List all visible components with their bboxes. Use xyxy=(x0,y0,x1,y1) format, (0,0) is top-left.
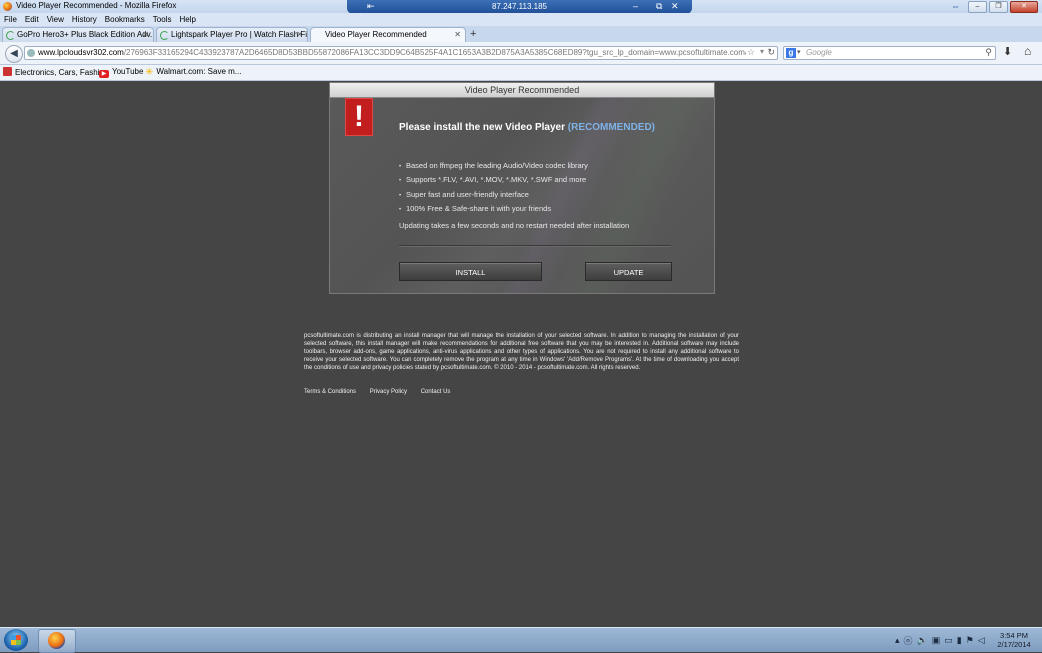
dialog-heading: Please install the new Video Player (REC… xyxy=(399,122,655,133)
dialog-title: Video Player Recommended xyxy=(330,83,714,98)
back-button[interactable]: ◀ xyxy=(5,45,23,63)
norton-icon[interactable]: ⓝ xyxy=(904,634,913,647)
divider xyxy=(399,245,671,247)
google-icon[interactable]: g xyxy=(786,48,796,58)
bookmarks-toolbar: Electronics, Cars, Fashi... ▶ YouTube ✳ Wa… xyxy=(0,65,1042,81)
remote-session-bar[interactable]: ⇤ 87.247.113.185 – ⧉ ✕ xyxy=(347,0,692,14)
dialog-heading-text: Please install the new Video Player xyxy=(399,122,566,133)
tab-label: Lightspark Player Pro | Watch Flash Fi..… xyxy=(171,30,308,39)
warning-exclamation-icon: ! xyxy=(345,98,373,136)
walmart-spark-icon: ✳ xyxy=(145,67,154,78)
url-domain: www.lpcloudsvr302.com xyxy=(38,48,124,57)
remote-close-button[interactable]: ✕ xyxy=(671,1,679,12)
shopping-bag-icon xyxy=(3,67,12,76)
tab-close-icon[interactable]: ✕ xyxy=(454,28,461,42)
reload-icon[interactable]: ↻ xyxy=(767,47,775,58)
bookmark-label: YouTube xyxy=(112,67,144,76)
tab-close-icon[interactable]: ✕ xyxy=(142,28,149,42)
search-placeholder: Google xyxy=(806,48,832,57)
history-dropdown-icon[interactable]: ▾ xyxy=(760,47,764,56)
tab-close-icon[interactable]: ✕ xyxy=(296,28,303,42)
contact-link[interactable]: Contact Us xyxy=(421,389,451,395)
tab-video-player[interactable]: Video Player Recommended ✕ xyxy=(310,27,466,42)
clock-date: 2/17/2014 xyxy=(997,640,1031,649)
window-title: Video Player Recommended - Mozilla Firef… xyxy=(16,1,177,10)
tab-gopro[interactable]: GoPro Hero3+ Plus Black Edition Adv... ✕ xyxy=(2,27,154,42)
navigation-bar: ◀ www.lpcloudsvr302.com/276963F33165294C… xyxy=(0,42,1042,65)
menu-bookmarks[interactable]: Bookmarks xyxy=(105,13,145,26)
feature-item: Super fast and user-friendly interface xyxy=(399,190,588,204)
privacy-link[interactable]: Privacy Policy xyxy=(370,389,407,395)
taskbar-firefox-button[interactable] xyxy=(38,629,76,653)
remote-restore-button[interactable]: ⧉ xyxy=(656,1,662,12)
search-bar[interactable]: g ▾ Google ⚲ xyxy=(783,46,996,60)
bookmark-label: Walmart.com: Save m... xyxy=(156,67,242,76)
url-path: /276963F33165294C433923787A2D6465D8D53BB… xyxy=(123,48,746,57)
update-note: Updating takes a few seconds and no rest… xyxy=(399,221,630,230)
taskbar: ▴ ⓝ 🔈 ▣ ▭ ▮ ⚑ ◁ 3:54 PM 2/17/2014 xyxy=(0,627,1042,653)
speaker-icon[interactable]: ◁ xyxy=(978,635,985,646)
restore-arrows-icon[interactable]: ⇔ xyxy=(951,1,960,11)
feature-list: Based on ffmpeg the leading Audio/Video … xyxy=(399,161,588,218)
recommended-tag: (RECOMMENDED) xyxy=(567,122,656,133)
windows-logo-icon xyxy=(11,635,21,645)
update-button[interactable]: UPDATE xyxy=(585,262,672,281)
feature-item: Supports *.FLV, *.AVI, *.MOV, *.MKV, *.S… xyxy=(399,175,588,189)
install-button[interactable]: INSTALL xyxy=(399,262,542,281)
new-tab-button[interactable]: + xyxy=(470,28,476,40)
start-button[interactable] xyxy=(4,629,28,651)
tab-label: GoPro Hero3+ Plus Black Edition Adv... xyxy=(17,30,154,39)
site-identity-icon[interactable] xyxy=(27,49,35,57)
action-center-flag-icon[interactable]: ⚑ xyxy=(966,635,974,646)
tray-expand-icon[interactable]: ▴ xyxy=(895,635,900,646)
firefox-logo-icon xyxy=(3,2,12,11)
tab-strip: GoPro Hero3+ Plus Black Edition Adv... ✕… xyxy=(0,26,1042,42)
volume-icon[interactable]: 🔈 xyxy=(917,635,928,646)
bookmark-label: Electronics, Cars, Fashi... xyxy=(15,68,107,77)
url-text: www.lpcloudsvr302.com/276963F33165294C43… xyxy=(38,48,746,57)
menu-edit[interactable]: Edit xyxy=(25,13,39,26)
menu-view[interactable]: View xyxy=(47,13,64,26)
network-icon[interactable]: ▣ xyxy=(932,635,941,646)
bookmark-electronics[interactable]: Electronics, Cars, Fashi... xyxy=(3,67,106,77)
tab-label: Video Player Recommended xyxy=(325,30,427,39)
loading-spinner-icon xyxy=(6,31,15,40)
footer-links: Terms & Conditions Privacy Policy Contac… xyxy=(304,389,462,395)
display-icon[interactable]: ▭ xyxy=(944,635,953,646)
feature-item: Based on ffmpeg the leading Audio/Video … xyxy=(399,161,588,175)
tab-lightspark[interactable]: Lightspark Player Pro | Watch Flash Fi..… xyxy=(156,27,308,42)
window-title-bar[interactable]: Video Player Recommended - Mozilla Firef… xyxy=(0,0,1042,14)
menu-file[interactable]: File xyxy=(4,13,17,26)
menu-history[interactable]: History xyxy=(72,13,97,26)
clock[interactable]: 3:54 PM 2/17/2014 xyxy=(992,631,1036,649)
terms-link[interactable]: Terms & Conditions xyxy=(304,389,356,395)
bookmark-walmart[interactable]: ✳ Walmart.com: Save m... xyxy=(145,67,242,78)
firefox-icon xyxy=(48,632,65,649)
battery-icon[interactable]: ▮ xyxy=(957,635,962,646)
loading-spinner-icon xyxy=(160,31,169,40)
clock-time: 3:54 PM xyxy=(1000,631,1028,640)
menu-help[interactable]: Help xyxy=(179,13,195,26)
remote-ip: 87.247.113.185 xyxy=(491,2,547,11)
feature-item: 100% Free & Safe-share it with your frie… xyxy=(399,204,588,218)
system-tray: ▴ ⓝ 🔈 ▣ ▭ ▮ ⚑ ◁ xyxy=(895,628,985,652)
bookmark-youtube[interactable]: ▶ YouTube xyxy=(99,67,143,78)
minimize-button[interactable]: – xyxy=(968,1,987,13)
menu-tools[interactable]: Tools xyxy=(153,13,172,26)
disclaimer-text: pcsoftultimate.com is distributing an in… xyxy=(304,333,739,371)
remote-minimize-button[interactable]: – xyxy=(633,1,638,11)
youtube-icon: ▶ xyxy=(99,70,109,78)
downloads-icon[interactable]: ⬇ xyxy=(1003,45,1012,58)
close-button[interactable]: ✕ xyxy=(1010,1,1038,13)
search-engine-dropdown-icon[interactable]: ▾ xyxy=(797,48,801,56)
maximize-button[interactable]: ❐ xyxy=(989,1,1008,13)
home-icon[interactable]: ⌂ xyxy=(1024,44,1031,58)
menu-bar: File Edit View History Bookmarks Tools H… xyxy=(0,13,1042,26)
bookmark-star-icon[interactable]: ☆ xyxy=(747,47,755,58)
search-icon[interactable]: ⚲ xyxy=(985,47,992,58)
install-dialog: Video Player Recommended ! Please instal… xyxy=(329,82,715,294)
url-bar[interactable]: www.lpcloudsvr302.com/276963F33165294C43… xyxy=(24,46,778,60)
